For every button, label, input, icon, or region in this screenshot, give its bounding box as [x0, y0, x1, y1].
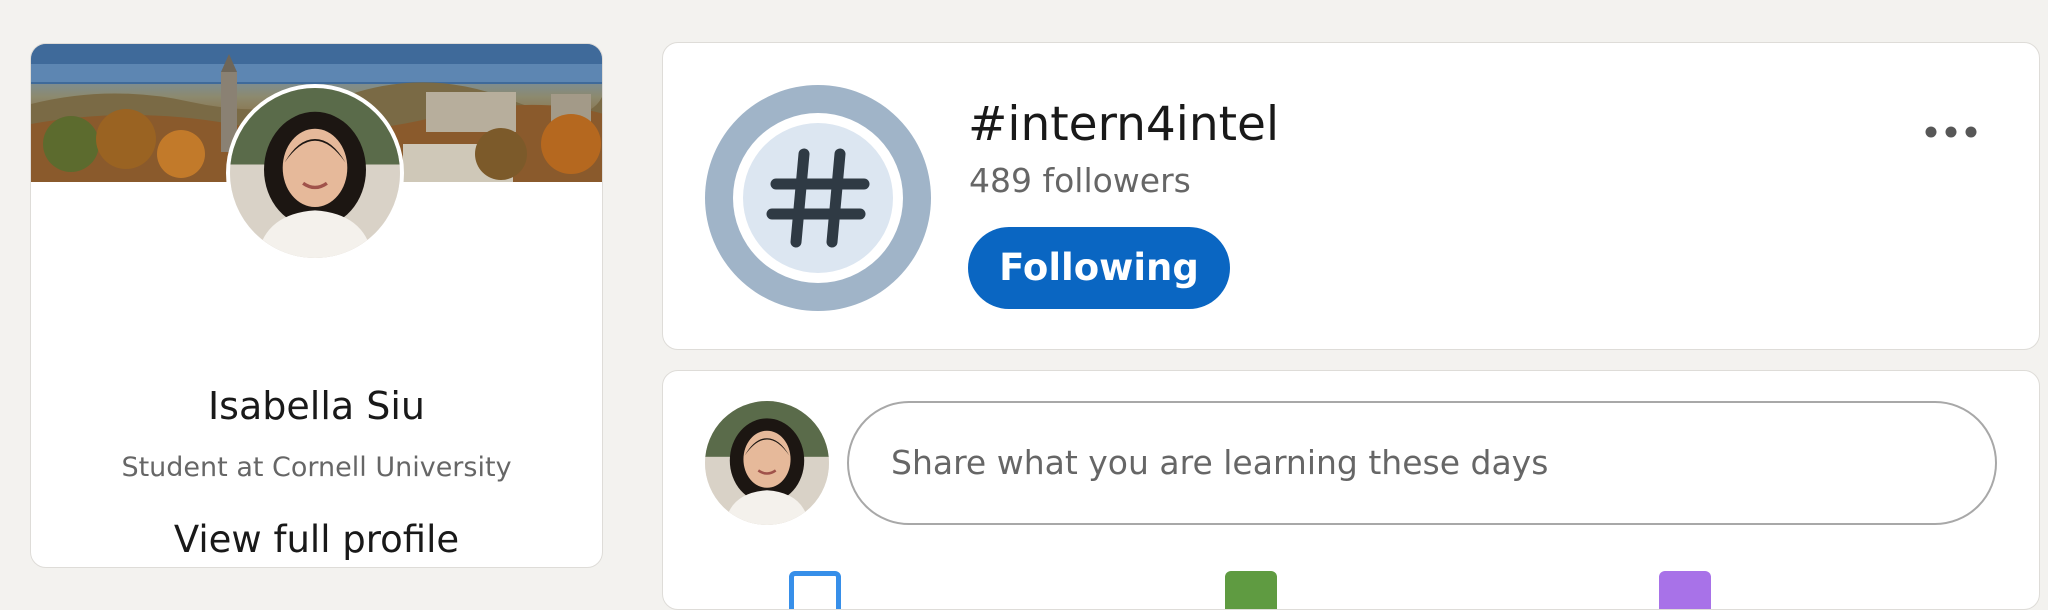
video-icon[interactable]	[1225, 571, 1277, 609]
hashtag-icon	[705, 85, 931, 311]
hashtag-card: #intern4intel 489 followers Following	[662, 42, 2040, 350]
hashtag-icon-ring	[733, 113, 903, 283]
hashtag-icon-core	[743, 123, 893, 273]
ellipsis-icon	[1925, 126, 1977, 138]
view-full-profile-link[interactable]: View full profile	[31, 518, 602, 561]
share-box-card: Share what you are learning these days	[662, 370, 2040, 610]
hashtag-follower-count: 489 followers	[969, 161, 1191, 200]
share-post-placeholder: Share what you are learning these days	[891, 443, 1549, 482]
following-button[interactable]: Following	[968, 227, 1230, 309]
photo-icon[interactable]	[789, 571, 841, 609]
profile-avatar[interactable]	[226, 84, 404, 262]
share-post-input[interactable]: Share what you are learning these days	[847, 401, 1997, 525]
share-box-avatar[interactable]	[705, 401, 829, 525]
profile-card: Isabella Siu Student at Cornell Universi…	[30, 43, 603, 568]
hashtag-title: #intern4intel	[968, 97, 1280, 152]
more-options-button[interactable]	[1921, 117, 1981, 147]
profile-name[interactable]: Isabella Siu	[31, 384, 602, 428]
profile-headline: Student at Cornell University	[121, 452, 512, 483]
event-icon[interactable]	[1659, 571, 1711, 609]
